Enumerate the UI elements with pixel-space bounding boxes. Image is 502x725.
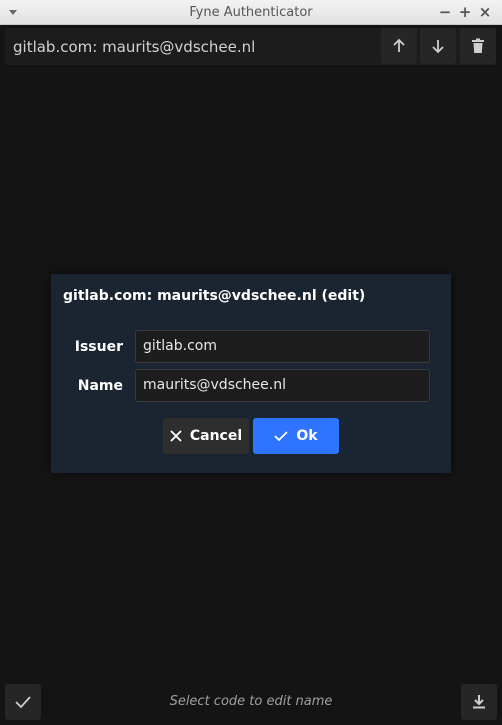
arrow-up-icon (393, 38, 405, 52)
move-down-button[interactable] (420, 28, 456, 64)
cancel-button[interactable]: Cancel (163, 418, 249, 454)
minimize-icon[interactable]: − (437, 4, 453, 20)
cancel-label: Cancel (189, 428, 243, 444)
download-icon (473, 695, 485, 709)
window-title: Fyne Authenticator (189, 5, 313, 20)
move-up-button[interactable] (381, 28, 417, 64)
arrow-down-icon (432, 40, 444, 54)
app-window: gitlab.com: maurits@vdschee.nl gitlab.co… (1, 25, 501, 724)
delete-button[interactable] (460, 28, 496, 64)
close-icon[interactable]: × (477, 4, 493, 20)
ok-button[interactable]: Ok (253, 418, 339, 454)
trash-icon (472, 38, 484, 53)
window-titlebar: Fyne Authenticator − + × (0, 0, 502, 25)
entry-label: gitlab.com: maurits@vdschee.nl (13, 38, 256, 56)
dialog-title: gitlab.com: maurits@vdschee.nl (edit) (63, 288, 366, 304)
name-input[interactable]: maurits@vdschee.nl (135, 369, 430, 402)
issuer-label: Issuer (74, 339, 123, 355)
entry-row[interactable]: gitlab.com: maurits@vdschee.nl (5, 28, 496, 65)
download-button[interactable] (461, 684, 497, 720)
status-text: Select code to edit name (169, 694, 333, 709)
maximize-icon[interactable]: + (457, 4, 473, 20)
close-icon (170, 430, 182, 442)
ok-label: Ok (296, 428, 318, 444)
name-label: Name (77, 378, 123, 394)
edit-dialog: gitlab.com: maurits@vdschee.nl (edit) Is… (51, 274, 451, 473)
issuer-input[interactable]: gitlab.com (135, 330, 430, 363)
check-icon (274, 431, 289, 442)
